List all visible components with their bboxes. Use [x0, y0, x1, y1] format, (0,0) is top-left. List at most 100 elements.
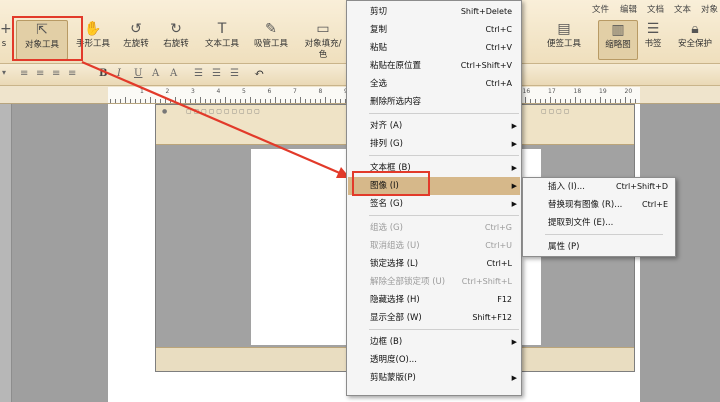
rotate-right-button[interactable]: ↻ 右旋转	[158, 20, 194, 60]
subscript-button[interactable]: A	[170, 68, 177, 79]
submenu-arrow-icon: ▶	[511, 140, 517, 148]
menu-item-paste[interactable]: 粘贴 Ctrl+V	[348, 39, 520, 57]
submenu-item-replace[interactable]: 替换现有图像 (R)... Ctrl+E	[524, 196, 676, 214]
ruler-tick	[110, 99, 111, 103]
ruler-tick	[255, 99, 256, 103]
menu-item-arrange[interactable]: 排列 (G) ▶	[348, 135, 520, 153]
ruler-tick	[565, 99, 566, 103]
menu-item-copy[interactable]: 复制 Ctrl+C	[348, 21, 520, 39]
ruler-tick	[235, 99, 236, 103]
submenu-item-extract[interactable]: 提取到文件 (E)...	[524, 214, 676, 232]
menu-item-cut[interactable]: 剪切 Shift+Delete	[348, 3, 520, 21]
ruler-tick	[340, 99, 341, 103]
undo-icon[interactable]: ↶	[254, 66, 264, 80]
menu-document[interactable]: 文档	[647, 3, 664, 15]
ruler-tick	[280, 99, 281, 103]
text-tool-button[interactable]: T 文本工具	[200, 20, 244, 60]
ruler-tick	[615, 99, 616, 103]
ruler-number: 17	[548, 88, 556, 95]
ruler-tick	[530, 99, 531, 103]
ruler-tick	[150, 97, 151, 103]
ruler-tick	[160, 99, 161, 103]
ruler-tick	[560, 99, 561, 103]
ruler-tick	[205, 99, 206, 103]
align-right-icon[interactable]: ≡	[52, 68, 60, 79]
ruler-tick	[625, 97, 626, 103]
dropdown-arrow-icon[interactable]: ▾	[2, 68, 6, 77]
ruler-tick	[135, 99, 136, 103]
menu-separator	[369, 113, 519, 114]
ruler-number: 2	[165, 88, 170, 95]
ruler-tick	[120, 99, 121, 103]
list-right-icon[interactable]: ☰	[230, 68, 239, 79]
ruler-tick	[295, 99, 296, 103]
ruler-tick	[540, 99, 541, 103]
ruler-tick	[320, 99, 321, 103]
eyedropper-icon: ✎	[265, 21, 277, 37]
superscript-button[interactable]: A	[152, 68, 159, 79]
ruler-tick	[550, 97, 551, 103]
submenu-item-properties[interactable]: 属性 (P)	[524, 238, 676, 256]
ruler-tick	[590, 99, 591, 103]
menu-object[interactable]: 对象	[701, 3, 718, 15]
ruler-tick	[290, 99, 291, 103]
menu-item-opacity[interactable]: 透明度(O)...	[348, 351, 520, 369]
ruler-tick	[585, 99, 586, 103]
ruler-tick	[240, 99, 241, 103]
menu-item-ungroup[interactable]: 取消组选 (U) Ctrl+U	[348, 237, 520, 255]
menu-item-lock[interactable]: 锁定选择 (L) Ctrl+L	[348, 255, 520, 273]
ruler-tick	[545, 99, 546, 103]
ruler-tick	[275, 97, 276, 103]
bookmark-button[interactable]: ☰ 书签	[640, 20, 666, 60]
eyedropper-tool-button[interactable]: ✎ 吸管工具	[250, 20, 292, 60]
ruler-tick	[170, 99, 171, 103]
fill-icon: ▭	[316, 21, 330, 37]
bold-button[interactable]: B	[99, 68, 107, 79]
object-fill-button[interactable]: ▭ 对象填充/ 色	[300, 20, 346, 60]
note-tool-button[interactable]: ▤ 便签工具	[540, 20, 588, 60]
rotate-left-icon: ↺	[130, 21, 142, 37]
ruler-tick	[620, 99, 621, 103]
list-icon[interactable]: ☰	[194, 68, 203, 79]
list-center-icon[interactable]: ☰	[212, 68, 221, 79]
ruler-tick	[570, 99, 571, 103]
menu-item-group[interactable]: 组选 (G) Ctrl+G	[348, 219, 520, 237]
menu-item-border[interactable]: 边框 (B) ▶	[348, 333, 520, 351]
menu-item-show-all[interactable]: 显示全部 (W) Shift+F12	[348, 309, 520, 327]
ruler-tick	[195, 99, 196, 103]
submenu-arrow-icon: ▶	[511, 200, 517, 208]
menu-item-paste-in-place[interactable]: 粘贴在原位置 Ctrl+Shift+V	[348, 57, 520, 75]
ruler-tick	[210, 99, 211, 103]
italic-button[interactable]: I	[117, 68, 121, 79]
menu-edit[interactable]: 编辑	[620, 3, 637, 15]
security-button[interactable]: 🔒︎ 安全保护	[672, 20, 718, 60]
ruler-tick	[305, 99, 306, 103]
menu-separator	[545, 234, 663, 235]
justify-icon[interactable]: ≡	[68, 68, 76, 79]
menu-item-hide[interactable]: 隐藏选择 (H) F12	[348, 291, 520, 309]
menu-item-select-all[interactable]: 全选 Ctrl+A	[348, 75, 520, 93]
ruler-tick	[600, 97, 601, 103]
underline-button[interactable]: U	[134, 68, 142, 79]
thumbnail-button[interactable]: ▥ 缩略图	[598, 20, 638, 60]
menu-file[interactable]: 文件	[592, 3, 609, 15]
menu-text[interactable]: 文本	[674, 3, 691, 15]
menu-item-align[interactable]: 对齐 (A) ▶	[348, 117, 520, 135]
ruler-tick	[250, 97, 251, 103]
ruler-tick	[315, 99, 316, 103]
menu-item-signature[interactable]: 签名 (G) ▶	[348, 195, 520, 213]
rotate-left-button[interactable]: ↺ 左旋转	[118, 20, 154, 60]
align-left-icon[interactable]: ≡	[20, 68, 28, 79]
submenu-item-insert[interactable]: 插入 (I)... Ctrl+Shift+D	[524, 178, 676, 196]
menu-item-delete-selected[interactable]: 删除所选内容	[348, 93, 520, 111]
ruler-tick	[230, 99, 231, 103]
ruler-tick	[335, 99, 336, 103]
toolbar-edge: + s	[0, 21, 12, 49]
ruler-tick	[610, 99, 611, 103]
ruler-tick	[605, 99, 606, 103]
ruler-number: 4	[216, 88, 221, 95]
align-center-icon[interactable]: ≡	[36, 68, 44, 79]
menu-item-unlock-all[interactable]: 解除全部锁定项 (U) Ctrl+Shift+L	[348, 273, 520, 291]
menu-item-clip-mask[interactable]: 剪贴蒙版(P) ▶	[348, 369, 520, 387]
ruler-tick	[575, 97, 576, 103]
